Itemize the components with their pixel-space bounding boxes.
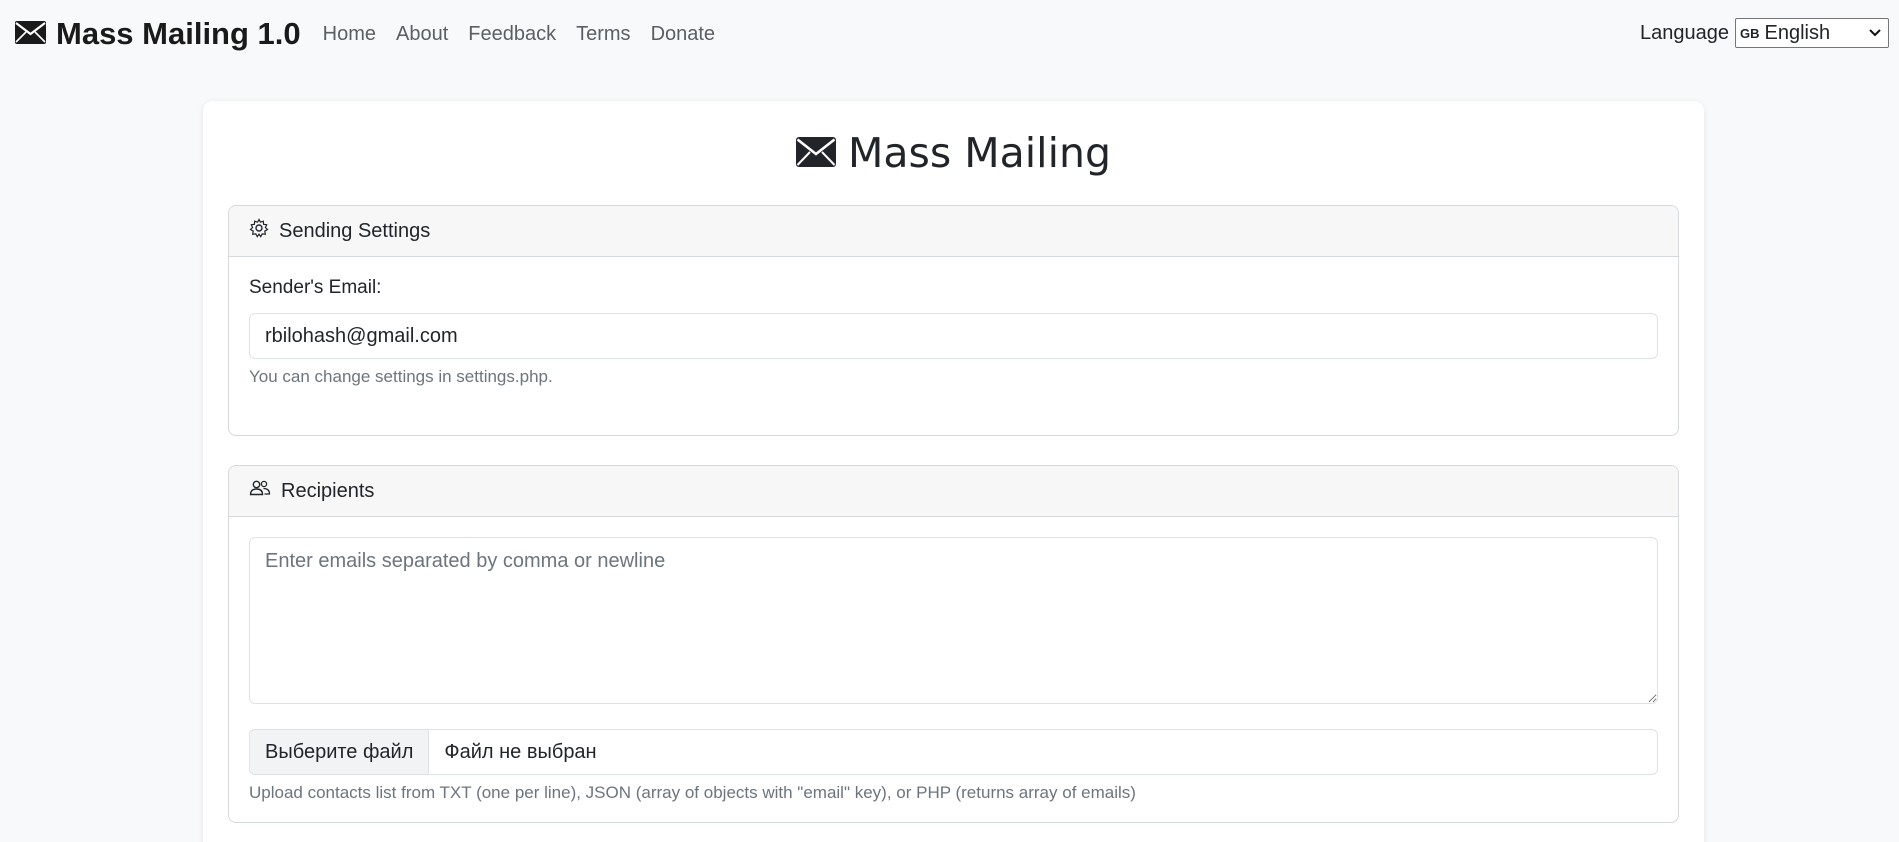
nav-link-about[interactable]: About: [396, 23, 448, 46]
choose-file-button[interactable]: Выберите файл: [250, 730, 430, 774]
sender-email-label: Sender's Email:: [249, 277, 382, 298]
envelope-icon: [15, 16, 46, 52]
file-status-text: Файл не выбран: [444, 740, 597, 763]
gear-icon: [249, 218, 269, 244]
page-title-text: Mass Mailing: [848, 129, 1111, 177]
section-title: Sending Settings: [279, 219, 431, 242]
language-value: English: [1764, 21, 1831, 44]
flag-gb-icon: GB: [1740, 25, 1760, 41]
nav-link-donate[interactable]: Donate: [651, 23, 716, 46]
sending-settings-section: Sending Settings Sender's Email: You can…: [228, 205, 1679, 436]
section-header: Sending Settings: [229, 206, 1678, 257]
brand[interactable]: Mass Mailing 1.0: [15, 16, 301, 52]
upload-help-text: Upload contacts list from TXT (one per l…: [249, 783, 1136, 802]
sender-email-input[interactable]: [249, 313, 1658, 359]
chevron-down-icon: [1868, 23, 1882, 49]
nav-link-terms[interactable]: Terms: [576, 23, 630, 46]
section-title: Recipients: [281, 479, 375, 502]
file-upload-input[interactable]: Выберите файл Файл не выбран: [249, 729, 1658, 775]
navbar: Mass Mailing 1.0 Home About Feedback Ter…: [0, 0, 1899, 68]
main-card: Mass Mailing Sending Settings Sender's E…: [203, 101, 1704, 842]
page-title: Mass Mailing: [203, 129, 1704, 177]
envelope-icon: [796, 129, 837, 177]
section-body: Выберите файл Файл не выбран Upload cont…: [229, 517, 1678, 822]
language-label: Language: [1640, 21, 1729, 44]
language-switcher: Language GB English: [1640, 18, 1889, 48]
people-icon: [249, 478, 271, 504]
nav-link-home[interactable]: Home: [323, 23, 376, 46]
nav-links: Home About Feedback Terms Donate: [323, 23, 715, 46]
section-body: Sender's Email: You can change settings …: [229, 257, 1678, 407]
nav-link-feedback[interactable]: Feedback: [468, 23, 556, 46]
language-select[interactable]: GB English: [1735, 18, 1889, 48]
settings-help-text: You can change settings in settings.php.: [249, 367, 553, 386]
brand-title: Mass Mailing 1.0: [56, 16, 301, 51]
recipients-section: Recipients Выберите файл Файл не выбран …: [228, 465, 1679, 823]
recipients-textarea[interactable]: [249, 537, 1658, 704]
section-header: Recipients: [229, 466, 1678, 517]
